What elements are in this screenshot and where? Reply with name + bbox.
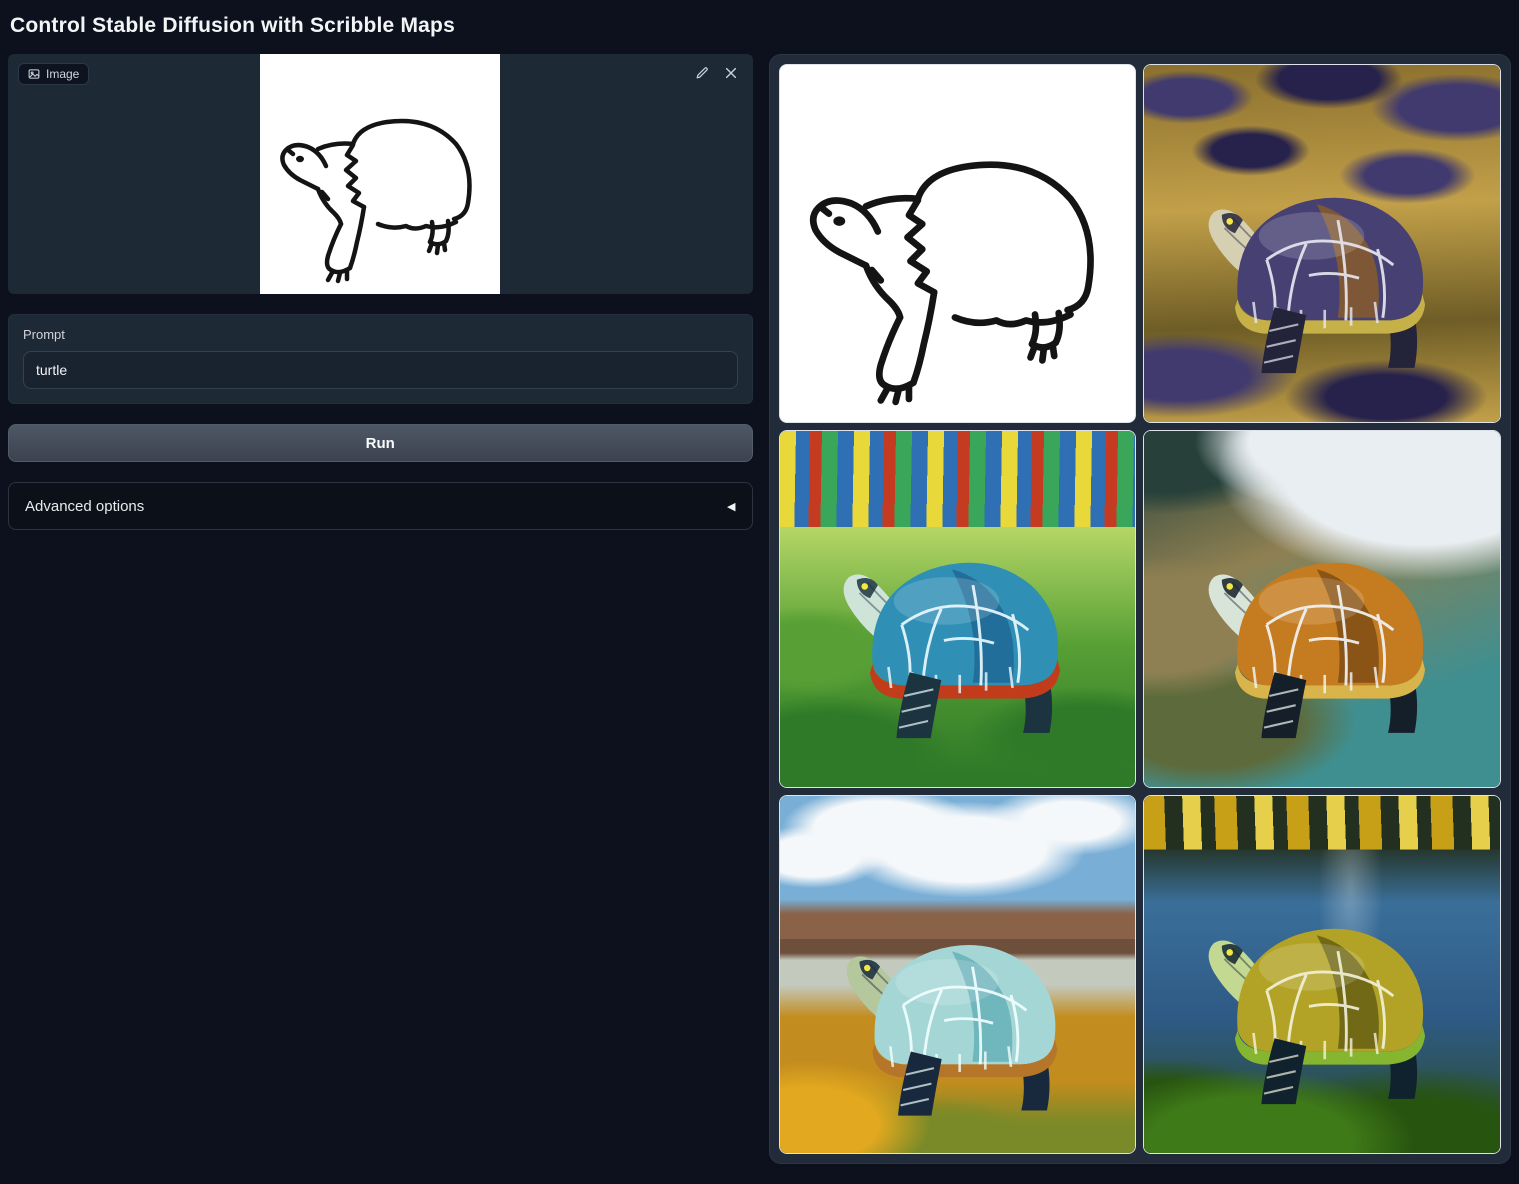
turtle-image <box>1162 498 1482 762</box>
image-input[interactable]: Image <box>8 54 753 294</box>
gallery-item-scribble[interactable] <box>779 64 1137 423</box>
main-columns: Image <box>8 54 1511 1164</box>
page-title: Control Stable Diffusion with Scribble M… <box>10 14 1511 38</box>
gallery-item-teal-artistic[interactable] <box>779 430 1137 789</box>
prompt-panel: Prompt <box>8 314 753 404</box>
prompt-label: Prompt <box>23 327 738 342</box>
turtle-image <box>797 498 1117 762</box>
image-input-label: Image <box>18 63 89 85</box>
run-button[interactable]: Run <box>8 424 753 462</box>
gallery-item-underwater-moss[interactable] <box>1143 795 1501 1154</box>
collapse-arrow-icon: ◀ <box>727 500 735 513</box>
turtle-image <box>797 882 1117 1139</box>
prompt-input[interactable] <box>23 351 738 389</box>
turtle-image <box>1162 133 1482 397</box>
turtle-image <box>1162 864 1482 1128</box>
gallery-item-gold-water[interactable] <box>1143 64 1501 423</box>
advanced-options-accordion[interactable]: Advanced options ◀ <box>8 482 753 530</box>
image-input-label-text: Image <box>46 67 79 81</box>
image-icon <box>28 68 40 80</box>
app-root: Control Stable Diffusion with Scribble M… <box>0 0 1519 1172</box>
gallery-item-mountain-lake[interactable] <box>779 795 1137 1154</box>
close-icon[interactable] <box>723 65 739 81</box>
output-gallery <box>769 54 1512 1164</box>
edit-pencil-icon[interactable] <box>694 65 710 81</box>
gallery-item-orange-stream[interactable] <box>1143 430 1501 789</box>
image-toolbar <box>694 65 739 81</box>
scribble-image <box>260 54 500 294</box>
input-panel: Image <box>8 54 753 530</box>
advanced-options-label: Advanced options <box>25 498 144 515</box>
